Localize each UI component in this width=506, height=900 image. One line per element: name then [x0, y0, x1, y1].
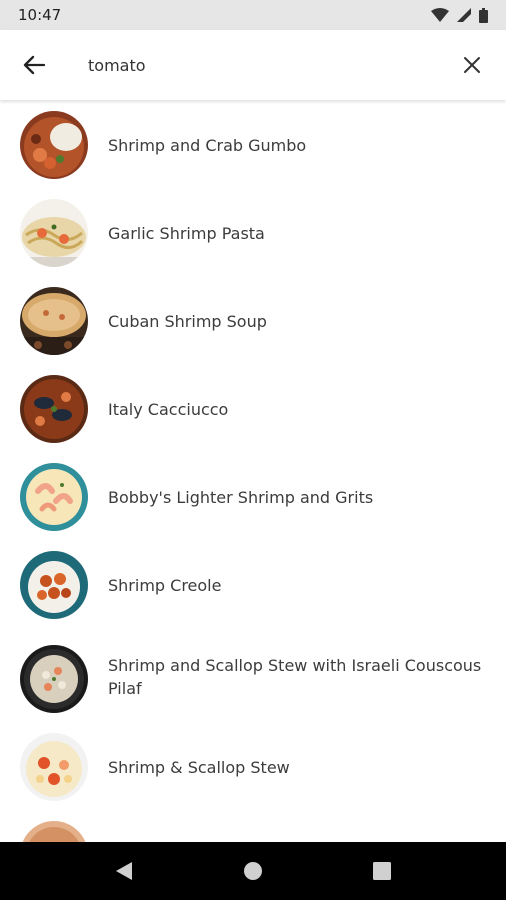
recipe-thumbnail [20, 463, 88, 531]
search-input[interactable] [88, 50, 428, 80]
recipe-title: Shrimp and Crab Gumbo [108, 136, 307, 155]
recipe-thumbnail [20, 645, 88, 713]
list-item[interactable]: Shrimp and Crab Gumbo [0, 100, 506, 188]
triangle-back-icon [116, 862, 133, 880]
nav-home-button[interactable] [229, 847, 277, 895]
circle-home-icon [243, 862, 262, 880]
nav-recents-button[interactable] [358, 847, 406, 895]
close-icon [464, 57, 480, 73]
recipe-title: Shrimp & Scallop Stew [108, 758, 290, 777]
list-item[interactable] [0, 816, 506, 842]
recipe-title: Shrimp and Scallop Stew with Israeli Cou… [108, 656, 482, 698]
list-item[interactable]: Italy Cacciucco [0, 364, 506, 452]
recipe-thumbnail [20, 199, 88, 267]
recipe-title: Bobby's Lighter Shrimp and Grits [108, 488, 374, 507]
results-list: Shrimp and Crab Gumbo Garlic Shrimp Past… [0, 100, 506, 842]
recipe-thumbnail [20, 733, 88, 801]
list-item[interactable]: Shrimp & Scallop Stew [0, 728, 506, 816]
status-bar: 10:47 [0, 0, 506, 30]
recipe-title: Italy Cacciucco [108, 400, 229, 419]
arrow-left-icon [23, 55, 45, 75]
recipe-thumbnail [20, 111, 88, 179]
search-bar [0, 30, 506, 100]
back-button[interactable] [14, 47, 54, 83]
list-item[interactable]: Garlic Shrimp Pasta [0, 188, 506, 276]
clear-search-button[interactable] [452, 47, 492, 83]
recipe-thumbnail [20, 551, 88, 619]
list-item[interactable]: Cuban Shrimp Soup [0, 276, 506, 364]
battery-icon [479, 7, 488, 23]
recipe-thumbnail [20, 821, 88, 842]
status-time: 10:47 [18, 6, 62, 24]
list-item[interactable]: Shrimp Creole [0, 540, 506, 628]
recipe-title: Garlic Shrimp Pasta [108, 224, 265, 243]
square-recents-icon [372, 862, 391, 880]
recipe-thumbnail [20, 287, 88, 355]
nav-back-button[interactable] [100, 847, 148, 895]
wifi-icon [431, 8, 449, 22]
list-item[interactable]: Bobby's Lighter Shrimp and Grits [0, 452, 506, 540]
recipe-title: Cuban Shrimp Soup [108, 312, 267, 331]
status-icons [431, 7, 488, 23]
recipe-title: Shrimp Creole [108, 576, 222, 595]
system-nav-bar [0, 842, 506, 900]
list-item[interactable]: Shrimp and Scallop Stew with Israeli Cou… [0, 628, 506, 716]
signal-icon [457, 8, 471, 22]
recipe-thumbnail [20, 375, 88, 443]
